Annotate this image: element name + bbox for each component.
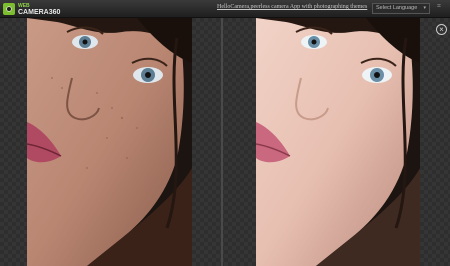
language-select[interactable]: Select Language ▾ <box>372 3 430 14</box>
logo-text: WEB CAMERA360 <box>18 3 60 16</box>
close-icon[interactable]: × <box>436 24 447 35</box>
before-photo-image <box>27 18 192 266</box>
tagline-link[interactable]: HelloCamera,peerless camera App with pho… <box>217 4 367 10</box>
language-select-value: Select Language <box>376 5 418 11</box>
comparison-stage: × <box>0 18 450 266</box>
after-photo <box>256 18 420 266</box>
top-bar: WEB CAMERA360 HelloCamera,peerless camer… <box>0 0 450 18</box>
camera-logo-icon <box>3 3 15 15</box>
before-photo <box>27 18 192 266</box>
window-control-icon[interactable]: ⌗ <box>437 3 441 11</box>
after-photo-image <box>256 18 420 266</box>
comparison-divider[interactable] <box>221 18 223 266</box>
logo[interactable]: WEB CAMERA360 <box>3 2 60 16</box>
chevron-down-icon: ▾ <box>423 5 426 11</box>
logo-line1: WEB <box>18 2 30 9</box>
logo-line2: CAMERA360 <box>18 8 61 16</box>
